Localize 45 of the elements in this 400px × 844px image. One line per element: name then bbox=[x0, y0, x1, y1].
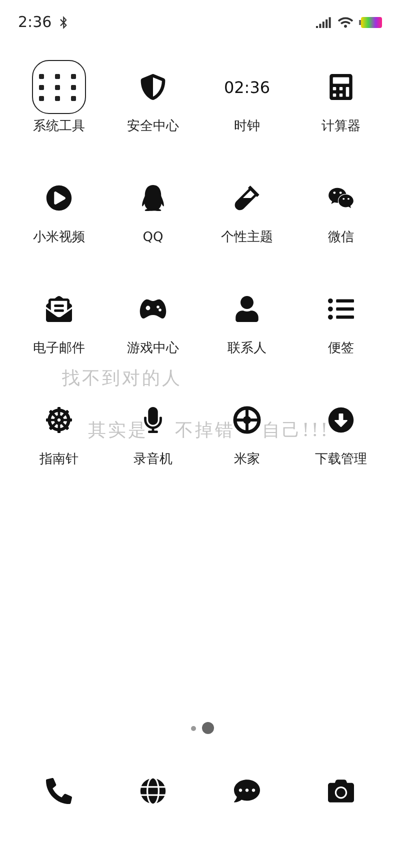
wallpaper-text: 不掉错 bbox=[175, 419, 235, 442]
wallpaper-text: 其实是 bbox=[88, 419, 148, 442]
app-label[interactable]: QQ bbox=[142, 229, 164, 247]
battery-icon bbox=[359, 16, 382, 28]
envelope-icon bbox=[46, 296, 72, 322]
app-label[interactable]: 联系人 bbox=[228, 340, 266, 358]
app-label[interactable]: 时钟 bbox=[234, 118, 260, 136]
play-icon bbox=[46, 185, 72, 211]
wallpaper-text: 自己!!! bbox=[262, 419, 330, 442]
chat-icon bbox=[234, 778, 260, 804]
app-label[interactable]: 小米视频 bbox=[33, 229, 85, 247]
download-icon bbox=[328, 407, 354, 433]
status-time: 2:36 bbox=[18, 13, 52, 31]
phone-icon bbox=[46, 778, 72, 804]
globe-icon bbox=[140, 778, 166, 804]
tools-grid-icon bbox=[32, 60, 86, 114]
person-icon bbox=[234, 296, 260, 322]
app-label[interactable]: 录音机 bbox=[134, 451, 172, 469]
gamepad-icon bbox=[139, 297, 167, 321]
shield-icon bbox=[140, 74, 166, 100]
calculator-icon bbox=[328, 74, 354, 100]
app-label[interactable]: 指南针 bbox=[40, 451, 78, 469]
wallpaper-text: 找不到对的人 bbox=[62, 367, 182, 390]
app-label[interactable]: 安全中心 bbox=[127, 118, 179, 136]
test-tube-icon bbox=[234, 185, 260, 211]
page-dot[interactable] bbox=[190, 726, 196, 730]
clock-time: 02:36 bbox=[224, 78, 270, 96]
app-label[interactable]: 游戏中心 bbox=[127, 340, 179, 358]
penguin-icon bbox=[140, 185, 166, 211]
app-label[interactable]: 个性主题 bbox=[221, 229, 273, 247]
chat-bubbles-icon bbox=[328, 185, 354, 211]
page-dot[interactable] bbox=[202, 722, 214, 734]
app-label[interactable]: 便签 bbox=[328, 340, 354, 358]
wifi-icon bbox=[338, 14, 353, 30]
list-icon bbox=[328, 296, 354, 322]
app-label[interactable]: 系统工具 bbox=[33, 118, 85, 136]
signal-icon bbox=[316, 16, 332, 28]
app-label[interactable]: 下载管理 bbox=[315, 451, 367, 469]
app-label[interactable]: 微信 bbox=[328, 229, 354, 247]
app-label[interactable]: 电子邮件 bbox=[33, 340, 85, 358]
target-icon bbox=[233, 406, 261, 434]
app-label[interactable]: 米家 bbox=[234, 451, 260, 469]
wheel-icon bbox=[46, 407, 72, 433]
app-label[interactable]: 计算器 bbox=[322, 118, 360, 136]
camera-icon bbox=[328, 778, 354, 804]
